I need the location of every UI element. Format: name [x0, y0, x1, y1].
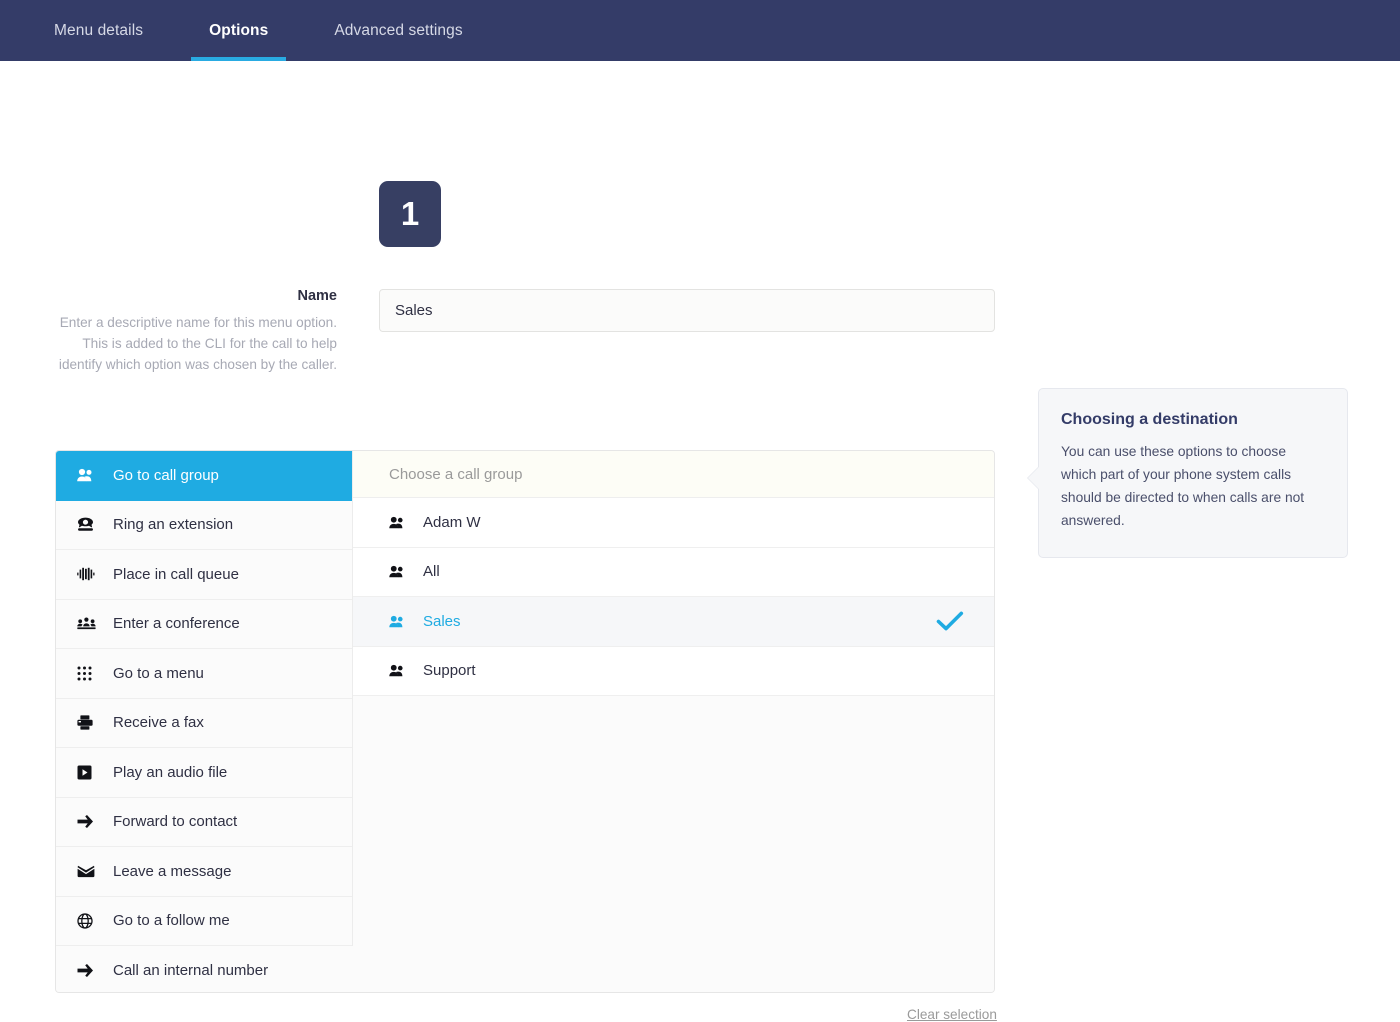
play-square-icon [77, 765, 103, 780]
name-field-help-text: Enter a descriptive name for this menu o… [58, 315, 337, 373]
destination-picker: Go to call group Ring an extension Place… [55, 450, 995, 993]
call-group-item-adam-w[interactable]: Adam W [353, 498, 994, 548]
destination-type-list: Go to call group Ring an extension Place… [56, 451, 994, 992]
call-group-item-all[interactable]: All [353, 547, 994, 597]
destination-option-leave-a-message[interactable]: Leave a message [56, 847, 352, 897]
tab-options[interactable]: Options [191, 0, 287, 61]
call-group-item-support[interactable]: Support [353, 646, 994, 696]
destination-option-go-to-a-follow-me[interactable]: Go to a follow me [56, 896, 352, 946]
name-input[interactable] [379, 289, 995, 332]
destination-option-label: Play an audio file [113, 763, 228, 781]
destination-option-play-an-audio-file[interactable]: Play an audio file [56, 748, 352, 798]
destination-option-label: Leave a message [113, 862, 232, 880]
top-tab-bar: Menu details Options Advanced settings [0, 0, 1400, 61]
call-group-list-header: Choose a call group [353, 451, 994, 498]
users-icon [77, 468, 103, 482]
option-number-badge: 1 [379, 181, 441, 247]
name-field-label: Name [297, 288, 338, 304]
tab-advanced-settings-label: Advanced settings [334, 21, 463, 39]
destination-option-enter-a-conference[interactable]: Enter a conference [56, 599, 352, 649]
destination-option-label: Receive a fax [113, 714, 204, 732]
help-callout-body: You can use these options to choose whic… [1061, 444, 1305, 528]
tab-options-label: Options [209, 21, 269, 39]
destination-option-forward-to-contact[interactable]: Forward to contact [56, 797, 352, 847]
check-icon [936, 610, 964, 632]
call-group-list-header-label: Choose a call group [389, 465, 523, 483]
tab-menu-details-label: Menu details [54, 21, 144, 39]
users-icon [389, 664, 413, 677]
call-group-item-sales[interactable]: Sales [353, 597, 994, 647]
callout-arrow [1028, 467, 1039, 489]
tab-menu-details[interactable]: Menu details [54, 0, 161, 61]
users-icon [389, 516, 413, 529]
destination-option-go-to-a-menu[interactable]: Go to a menu [56, 649, 352, 699]
destination-option-label: Go to call group [113, 466, 219, 484]
users-icon [389, 615, 413, 628]
telephone-icon [77, 517, 103, 532]
destination-option-label: Call an internal number [113, 962, 269, 980]
destination-option-label: Enter a conference [113, 615, 240, 633]
help-callout: Choosing a destination You can use these… [1027, 388, 1348, 558]
tab-advanced-settings[interactable]: Advanced settings [316, 0, 480, 61]
destination-option-label: Forward to contact [113, 813, 238, 831]
name-field-label-block: Name Enter a descriptive name for this m… [55, 288, 337, 376]
option-number-value: 1 [400, 195, 420, 232]
destination-option-ring-an-extension[interactable]: Ring an extension [56, 500, 352, 550]
options-panel: 1 Name Enter a descriptive name for this… [0, 61, 1400, 1022]
users-icon [389, 565, 413, 578]
arrow-right-icon [77, 964, 103, 978]
call-group-item-label: Sales [423, 612, 461, 630]
arrow-right-icon [77, 815, 103, 829]
destination-option-label: Ring an extension [113, 516, 234, 534]
destination-option-label: Go to a follow me [113, 912, 230, 930]
destination-option-label: Go to a menu [113, 664, 204, 682]
globe-icon [77, 913, 103, 929]
destination-option-receive-a-fax[interactable]: Receive a fax [56, 698, 352, 748]
call-group-list: Choose a call group Adam W All Sales Sup… [353, 451, 994, 992]
conference-icon [77, 617, 103, 631]
call-group-item-label: All [423, 563, 440, 581]
destination-option-label: Place in call queue [113, 565, 239, 583]
call-group-item-label: Support [423, 662, 476, 680]
help-callout-title: Choosing a destination [1061, 411, 1238, 428]
call-group-item-label: Adam W [423, 513, 481, 531]
fax-printer-icon [77, 715, 103, 730]
destination-option-call-an-internal-number[interactable]: Call an internal number [56, 946, 994, 992]
clear-selection-link[interactable]: Clear selection [907, 1007, 997, 1022]
envelope-icon [77, 865, 103, 878]
keypad-grid-icon [77, 666, 103, 681]
destination-option-go-to-call-group[interactable]: Go to call group [56, 451, 352, 501]
destination-option-place-in-call-queue[interactable]: Place in call queue [56, 550, 352, 600]
queue-bars-icon [77, 567, 103, 581]
